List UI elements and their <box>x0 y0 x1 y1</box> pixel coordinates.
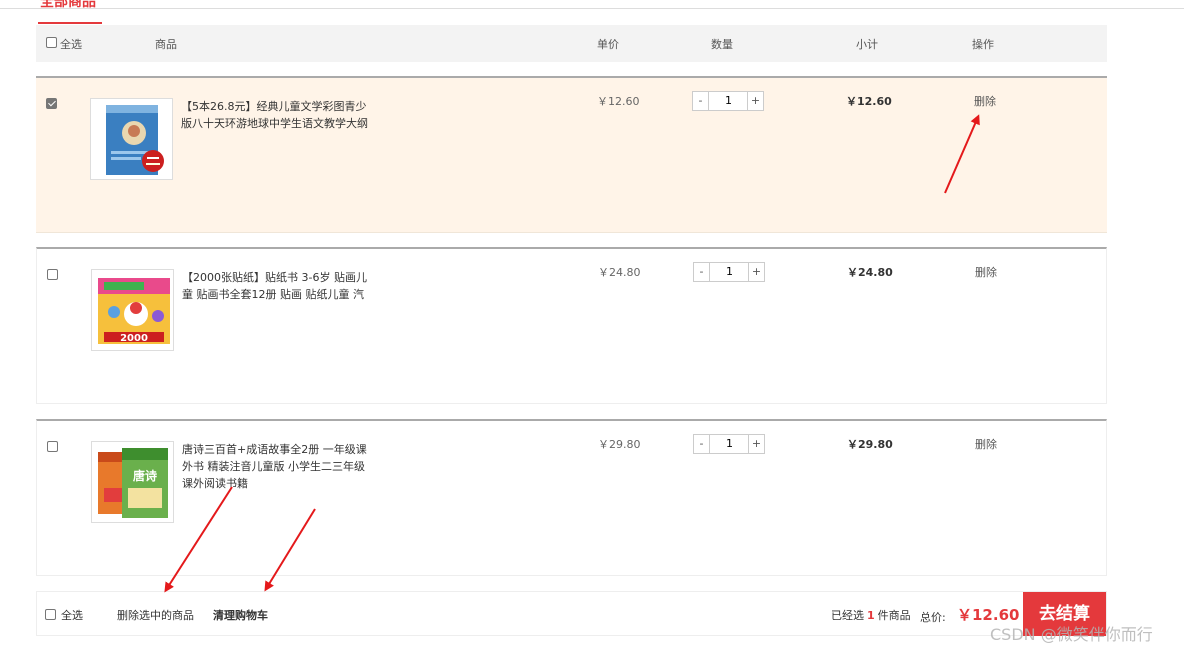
unit-price: ￥24.80 <box>598 266 641 279</box>
delete-item-link[interactable]: 删除 <box>975 264 997 280</box>
tab-all-goods-label: 全部商品 <box>40 0 96 10</box>
cart-item-row: 唐诗 唐诗三百首+成语故事全2册 一年级课外书 精装注音儿童版 小学生二三年级课… <box>36 419 1107 576</box>
footer-select-all-label: 全选 <box>61 609 83 622</box>
top-divider <box>0 8 1184 9</box>
delete-item-link[interactable]: 删除 <box>974 93 996 109</box>
cart-item-row: 【5本26.8元】经典儿童文学彩图青少版八十天环游地球中学生语文教学大纲 ￥12… <box>36 76 1107 233</box>
product-title[interactable]: 【2000张贴纸】贴纸书 3-6岁 贴画儿童 贴画书全套12册 贴画 贴纸儿童 … <box>182 269 372 303</box>
qty-increase-button[interactable]: + <box>747 92 763 110</box>
cart-table-header: 全选 商品 单价 数量 小计 操作 <box>36 25 1107 62</box>
footer-select-all-checkbox[interactable] <box>45 609 56 620</box>
tab-all-goods[interactable]: 全部商品 <box>38 0 102 24</box>
quantity-stepper: - + <box>692 91 764 111</box>
total-label: 总价: <box>920 611 946 624</box>
header-price: 单价 <box>597 38 619 51</box>
unit-price: ￥12.60 <box>597 95 640 108</box>
qty-increase-button[interactable]: + <box>748 435 764 453</box>
item-subtotal: ￥29.80 <box>847 438 893 451</box>
clear-cart-link[interactable]: 清理购物车 <box>213 607 268 623</box>
qty-increase-button[interactable]: + <box>748 263 764 281</box>
qty-input[interactable] <box>711 435 748 453</box>
product-image: 2000 <box>91 269 174 351</box>
sticker-book-image: 2000 <box>98 278 170 344</box>
product-title[interactable]: 【5本26.8元】经典儿童文学彩图青少版八十天环游地球中学生语文教学大纲 <box>181 98 371 132</box>
poetry-cover-text: 唐诗 <box>133 468 157 483</box>
quantity-stepper: - + <box>693 434 765 454</box>
product-image: 唐诗 <box>91 441 174 523</box>
selected-count-text: 已经选 1 件商品 <box>831 607 911 623</box>
header-action: 操作 <box>972 38 994 51</box>
qty-decrease-button[interactable]: - <box>694 435 710 453</box>
header-subtotal: 小计 <box>856 38 878 51</box>
qty-decrease-button[interactable]: - <box>693 92 709 110</box>
sticker-count-text: 2000 <box>120 333 148 344</box>
quantity-stepper: - + <box>693 262 765 282</box>
qty-decrease-button[interactable]: - <box>694 263 710 281</box>
item-checkbox[interactable] <box>46 98 57 109</box>
cart-item-row: 2000 【2000张贴纸】贴纸书 3-6岁 贴画儿童 贴画书全套12册 贴画 … <box>36 247 1107 404</box>
selected-suffix: 件商品 <box>877 609 911 622</box>
poetry-book-image: 唐诗 <box>98 448 168 518</box>
header-select-all-checkbox[interactable] <box>46 37 57 48</box>
delete-item-link[interactable]: 删除 <box>975 436 997 452</box>
cart-footer: 全选 删除选中的商品 清理购物车 已经选 1 件商品 总价: ￥12.60 去结算 <box>36 591 1107 636</box>
item-checkbox[interactable] <box>47 441 58 452</box>
product-image <box>90 98 173 180</box>
header-select-all-label: 全选 <box>60 38 82 51</box>
item-subtotal: ￥12.60 <box>846 95 892 108</box>
watermark: CSDN @微笑伴你而行 <box>990 625 1153 644</box>
selected-count: 1 <box>867 609 875 622</box>
qty-input[interactable] <box>710 92 747 110</box>
item-subtotal: ￥24.80 <box>847 266 893 279</box>
book-cover-image <box>106 105 164 175</box>
selected-prefix: 已经选 <box>831 609 864 622</box>
header-goods: 商品 <box>155 38 177 51</box>
qty-input[interactable] <box>711 263 748 281</box>
product-title[interactable]: 唐诗三百首+成语故事全2册 一年级课外书 精装注音儿童版 小学生二三年级课外阅读… <box>182 441 372 492</box>
header-quantity: 数量 <box>711 38 733 51</box>
item-checkbox[interactable] <box>47 269 58 280</box>
delete-selected-link[interactable]: 删除选中的商品 <box>117 607 194 623</box>
unit-price: ￥29.80 <box>598 438 641 451</box>
